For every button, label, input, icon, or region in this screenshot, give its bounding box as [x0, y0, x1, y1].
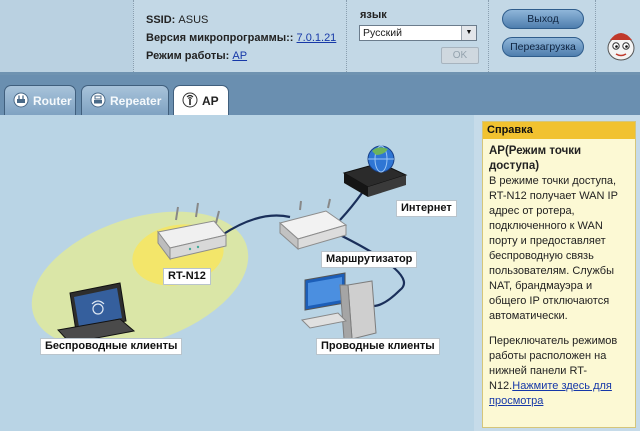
tab-ap-label: AP	[202, 94, 219, 108]
language-label: язык	[360, 9, 387, 21]
mascot-icon	[607, 33, 635, 61]
language-value: Русский	[363, 27, 402, 39]
repeater-icon	[90, 92, 106, 108]
router-icon	[13, 92, 29, 108]
router-device-icon	[278, 198, 348, 251]
tab-repeater-label: Repeater	[110, 94, 162, 108]
language-select[interactable]: Русский ▼	[359, 25, 477, 41]
firmware-label: Версия микропрограммы::	[146, 32, 294, 44]
tab-router[interactable]: Router	[4, 85, 76, 115]
help-panel: Справка AP(Режим точки доступа) В режиме…	[482, 121, 636, 428]
globe-icon	[367, 145, 395, 173]
mode-label: Режим работы:	[146, 50, 230, 62]
header-divider	[346, 0, 347, 72]
cable-router-internet	[339, 192, 363, 221]
language-ok-button[interactable]: OK	[441, 47, 479, 64]
logout-button[interactable]: Выход	[502, 9, 584, 29]
network-diagram-panel: Интернет Маршрутизатор RT-N12 Беспроводн…	[0, 115, 474, 431]
desktop-pc-icon	[300, 272, 377, 340]
firmware-link[interactable]: 7.0.1.21	[297, 32, 337, 44]
mode-link[interactable]: AP	[232, 50, 247, 62]
help-paragraph: В режиме точки доступа, RT-N12 получает …	[489, 175, 618, 322]
help-body: AP(Режим точки доступа) В режиме точки д…	[483, 139, 635, 409]
reboot-button[interactable]: Перезагрузка	[502, 37, 584, 57]
help-title: Справка	[483, 122, 635, 139]
ssid-value: ASUS	[178, 14, 209, 26]
internet-label: Интернет	[396, 200, 457, 217]
rt-n12-label: RT-N12	[163, 268, 211, 285]
help-heading: AP(Режим точки доступа)	[489, 145, 582, 172]
tab-ap[interactable]: AP	[173, 85, 229, 116]
dropdown-arrow-icon[interactable]: ▼	[461, 26, 476, 40]
tab-router-label: Router	[33, 94, 72, 108]
router-label: Маршрутизатор	[321, 251, 418, 268]
wired-clients-label: Проводные клиенты	[316, 338, 440, 355]
network-diagram	[31, 145, 408, 349]
header-divider	[595, 0, 596, 72]
mode-tab-bar: Router Repeater AP	[0, 75, 640, 116]
device-info: SSID: ASUS Версия микропрограммы:: 7.0.1…	[146, 11, 336, 65]
wireless-clients-label: Беспроводные клиенты	[40, 338, 183, 355]
header-logo-area	[0, 0, 133, 72]
tab-repeater[interactable]: Repeater	[81, 85, 169, 115]
header-divider	[133, 0, 134, 72]
help-paragraph: Переключатель режимов работы расположен …	[489, 334, 629, 409]
header: SSID: ASUS Версия микропрограммы:: 7.0.1…	[0, 0, 640, 72]
ap-icon	[182, 92, 198, 108]
ssid-label: SSID:	[146, 14, 176, 26]
header-divider	[488, 0, 489, 72]
